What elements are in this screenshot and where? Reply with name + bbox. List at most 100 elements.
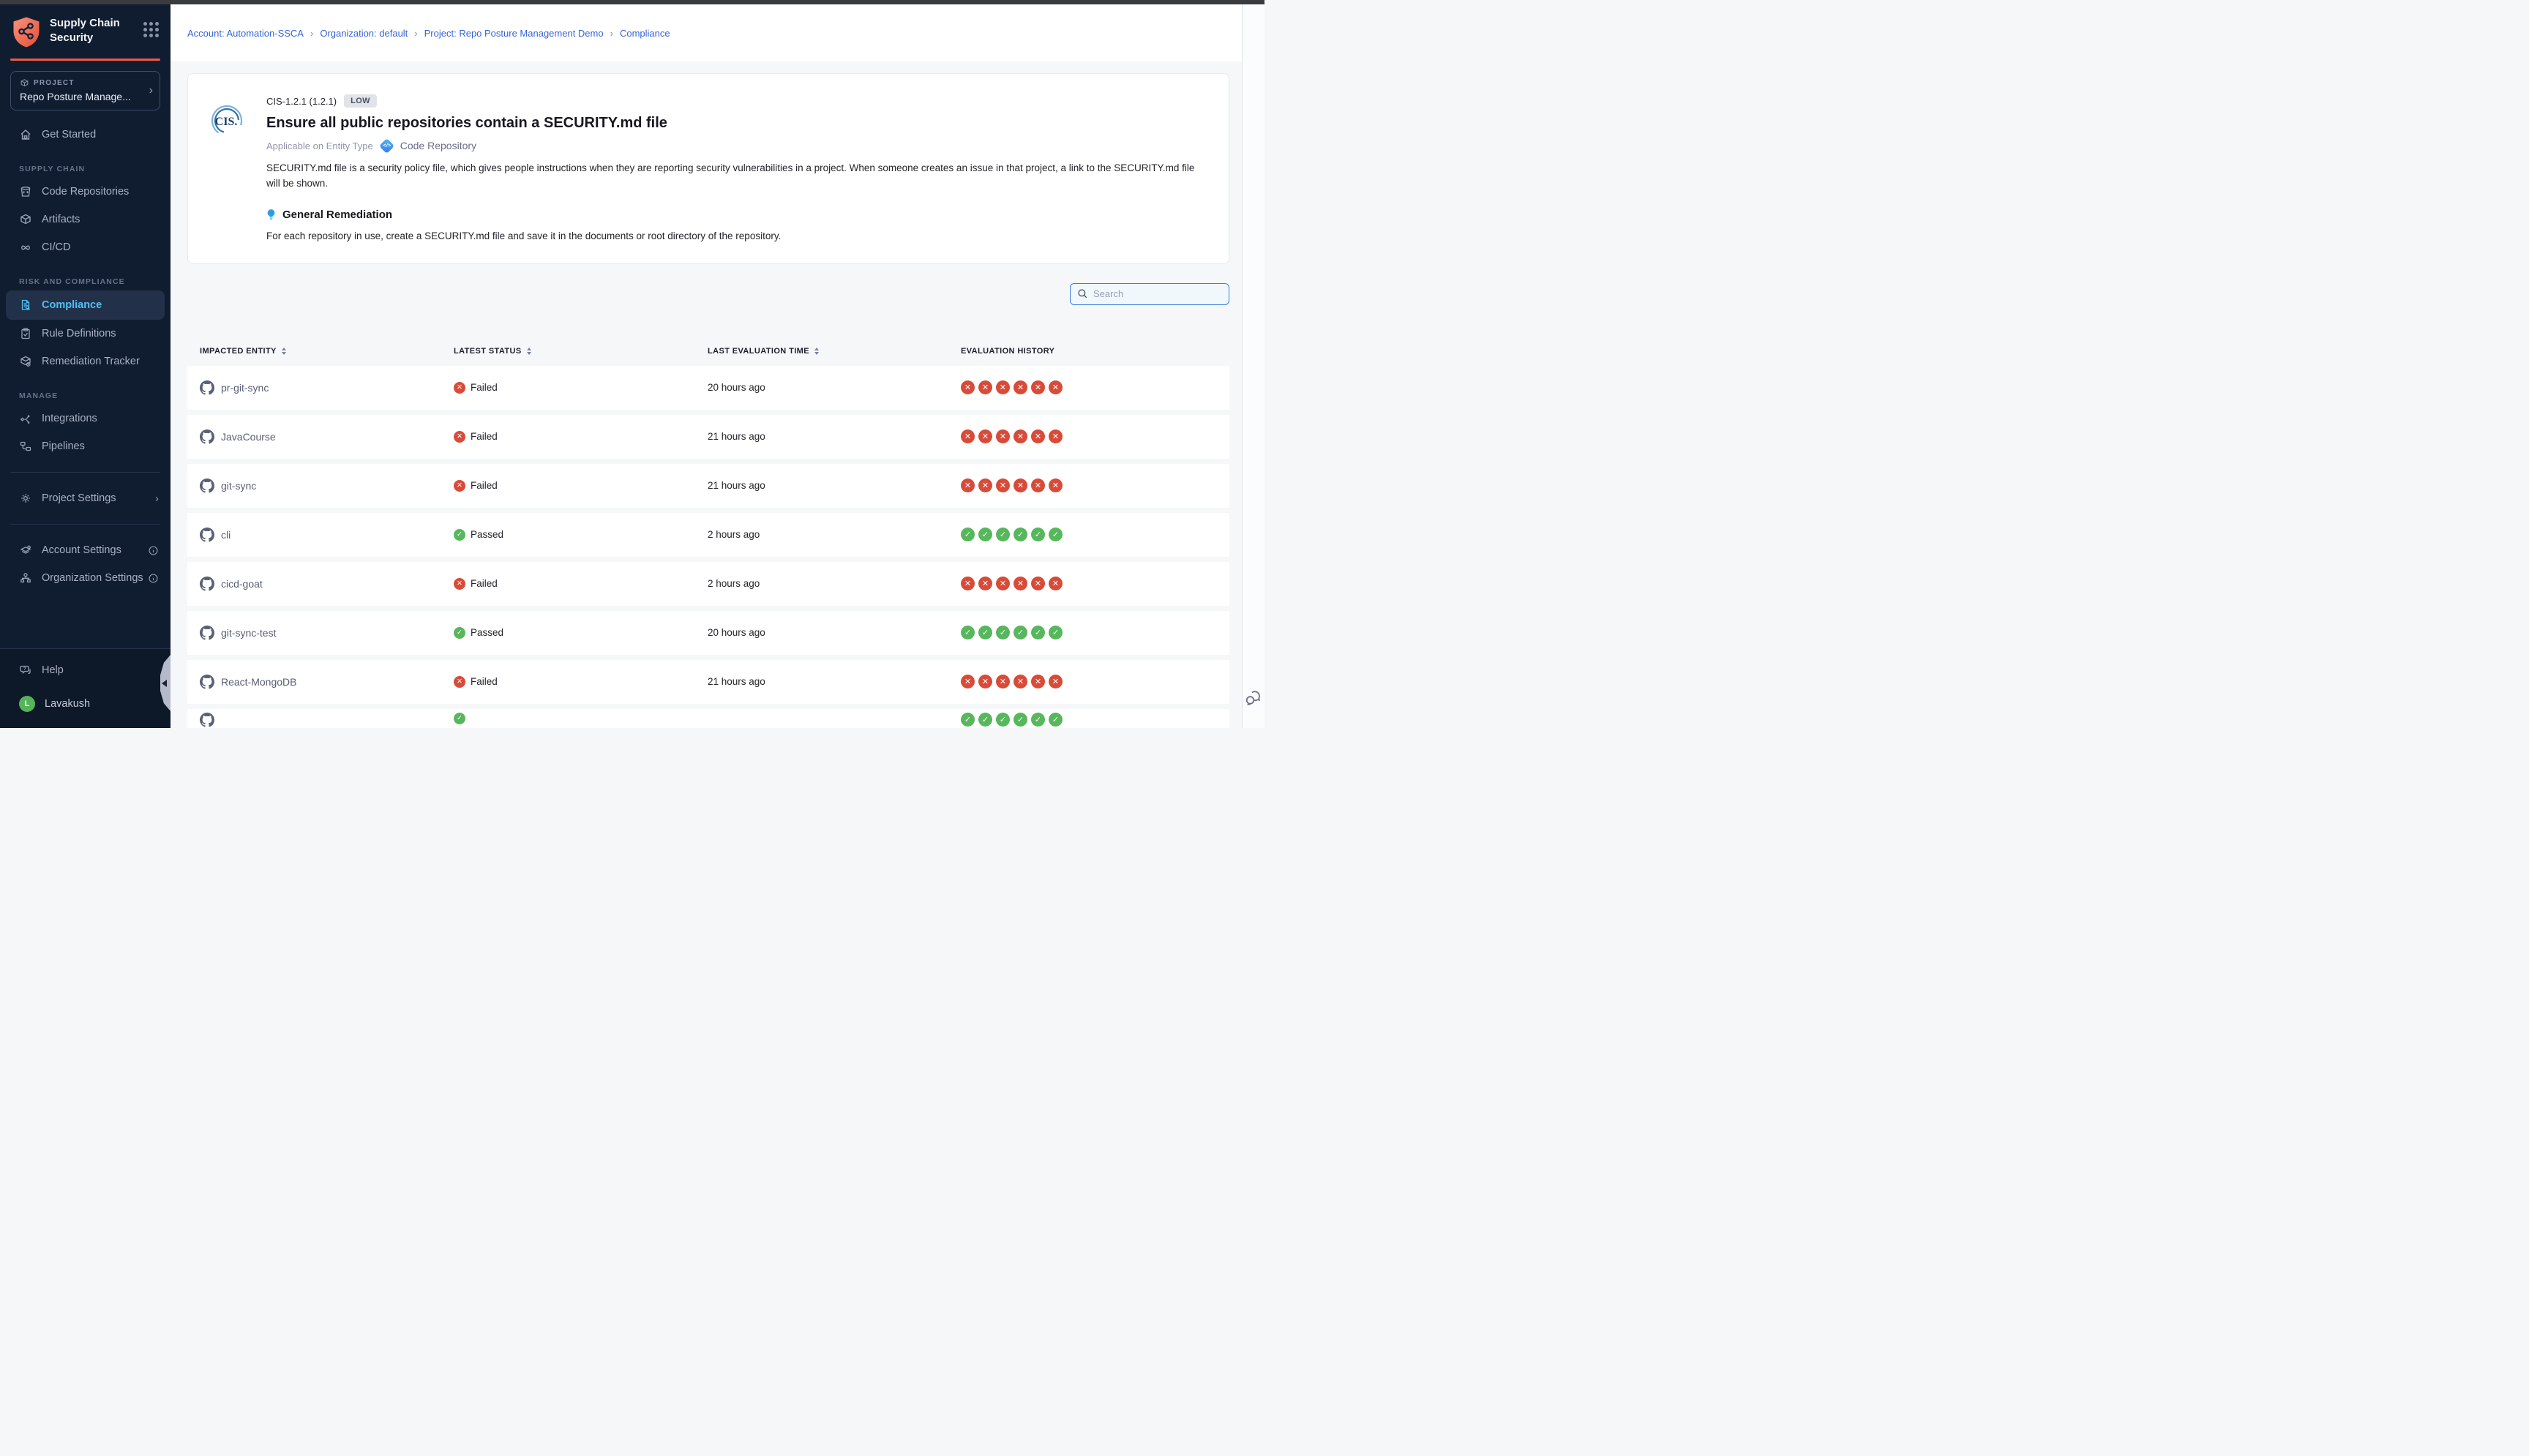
history-passed-icon[interactable]: ✓ xyxy=(1049,713,1063,727)
history-passed-icon[interactable]: ✓ xyxy=(996,713,1010,727)
history-failed-icon[interactable]: ✕ xyxy=(978,429,992,443)
sidebar-item-artifacts[interactable]: Artifacts xyxy=(0,206,171,233)
history-failed-icon[interactable]: ✕ xyxy=(996,675,1010,688)
sidebar-item-get-started[interactable]: Get Started xyxy=(0,121,171,149)
table-row[interactable]: cicd-goat ✕ Failed 2 hours ago ✕✕✕✕✕✕ xyxy=(187,562,1229,606)
sidebar-item-remediation-tracker[interactable]: Remediation Tracker xyxy=(0,348,171,375)
applicable-label: Applicable on Entity Type xyxy=(266,140,373,151)
history-failed-icon[interactable]: ✕ xyxy=(1031,380,1045,394)
info-icon[interactable] xyxy=(148,573,159,584)
evaluation-time: 21 hours ago xyxy=(708,431,961,442)
history-failed-icon[interactable]: ✕ xyxy=(996,479,1010,492)
history-failed-icon[interactable]: ✕ xyxy=(978,675,992,688)
history-passed-icon[interactable]: ✓ xyxy=(996,626,1010,639)
account-settings-layers-icon xyxy=(19,544,32,557)
search-input[interactable] xyxy=(1093,288,1222,299)
history-failed-icon[interactable]: ✕ xyxy=(961,577,975,590)
history-failed-icon[interactable]: ✕ xyxy=(978,479,992,492)
history-failed-icon[interactable]: ✕ xyxy=(1031,479,1045,492)
sidebar-item-compliance[interactable]: Compliance xyxy=(6,290,165,320)
history-passed-icon[interactable]: ✓ xyxy=(978,713,992,727)
entity-name[interactable]: cicd-goat xyxy=(221,578,263,590)
sidebar-item-account-settings[interactable]: Account Settings xyxy=(0,536,171,564)
history-failed-icon[interactable]: ✕ xyxy=(961,479,975,492)
rule-definitions-clipboard-icon xyxy=(19,327,32,340)
app-switcher-grid-icon[interactable] xyxy=(143,22,159,37)
history-failed-icon[interactable]: ✕ xyxy=(1049,380,1063,394)
history-failed-icon[interactable]: ✕ xyxy=(961,429,975,443)
breadcrumb-account[interactable]: Account: Automation-SSCA xyxy=(187,28,304,39)
history-failed-icon[interactable]: ✕ xyxy=(961,380,975,394)
history-failed-icon[interactable]: ✕ xyxy=(1031,577,1045,590)
entity-name[interactable]: pr-git-sync xyxy=(221,382,269,394)
history-failed-icon[interactable]: ✕ xyxy=(1014,429,1027,443)
history-passed-icon[interactable]: ✓ xyxy=(961,528,975,541)
history-passed-icon[interactable]: ✓ xyxy=(1014,713,1027,727)
history-passed-icon[interactable]: ✓ xyxy=(1014,528,1027,541)
history-failed-icon[interactable]: ✕ xyxy=(1031,675,1045,688)
history-failed-icon[interactable]: ✕ xyxy=(1031,429,1045,443)
history-passed-icon[interactable]: ✓ xyxy=(996,528,1010,541)
history-passed-icon[interactable]: ✓ xyxy=(1031,713,1045,727)
user-menu[interactable]: L Lavakush xyxy=(0,690,171,718)
history-passed-icon[interactable]: ✓ xyxy=(1049,626,1063,639)
sidebar-item-code-repositories[interactable]: Code Repositories xyxy=(0,178,171,206)
rule-description: SECURITY.md file is a security policy fi… xyxy=(266,161,1207,192)
status-label: Failed xyxy=(471,431,498,442)
entity-name[interactable]: git-sync xyxy=(221,480,256,492)
table-row[interactable]: git-sync ✕ Failed 21 hours ago ✕✕✕✕✕✕ xyxy=(187,464,1229,508)
entity-name[interactable]: cli xyxy=(221,529,231,541)
sidebar-item-pipelines[interactable]: Pipelines xyxy=(0,432,171,460)
history-failed-icon[interactable]: ✕ xyxy=(1014,577,1027,590)
history-passed-icon[interactable]: ✓ xyxy=(1049,528,1063,541)
history-passed-icon[interactable]: ✓ xyxy=(978,626,992,639)
history-failed-icon[interactable]: ✕ xyxy=(1049,577,1063,590)
table-row[interactable]: React-MongoDB ✕ Failed 21 hours ago ✕✕✕✕… xyxy=(187,660,1229,704)
history-failed-icon[interactable]: ✕ xyxy=(1014,675,1027,688)
breadcrumb-organization[interactable]: Organization: default xyxy=(320,28,408,39)
sidebar-item-cicd[interactable]: CI/CD xyxy=(0,233,171,261)
history-passed-icon[interactable]: ✓ xyxy=(978,528,992,541)
table-row[interactable]: ✓ ✓✓✓✓✓✓ xyxy=(187,709,1229,728)
supply-chain-security-logo xyxy=(12,16,41,48)
history-failed-icon[interactable]: ✕ xyxy=(978,577,992,590)
column-latest-status[interactable]: LATEST STATUS xyxy=(454,347,708,356)
section-supply-chain: SUPPLY CHAIN xyxy=(19,165,171,173)
history-failed-icon[interactable]: ✕ xyxy=(1049,429,1063,443)
history-failed-icon[interactable]: ✕ xyxy=(1049,675,1063,688)
history-passed-icon[interactable]: ✓ xyxy=(1031,626,1045,639)
sidebar-item-project-settings[interactable]: Project Settings › xyxy=(0,484,171,512)
entity-name[interactable]: git-sync-test xyxy=(221,627,276,639)
support-chat-icon[interactable] xyxy=(1244,688,1263,708)
history-failed-icon[interactable]: ✕ xyxy=(996,380,1010,394)
column-impacted-entity[interactable]: IMPACTED ENTITY xyxy=(200,347,454,356)
table-row[interactable]: git-sync-test ✓ Passed 20 hours ago ✓✓✓✓… xyxy=(187,611,1229,655)
breadcrumb-compliance[interactable]: Compliance xyxy=(620,28,670,39)
history-passed-icon[interactable]: ✓ xyxy=(961,713,975,727)
status-icon: ✕ xyxy=(454,382,465,394)
column-last-evaluation-time[interactable]: LAST EVALUATION TIME xyxy=(708,347,961,356)
entity-name[interactable]: JavaCourse xyxy=(221,431,276,443)
entity-type-link[interactable]: Code Repository xyxy=(400,140,476,151)
breadcrumb-project[interactable]: Project: Repo Posture Management Demo xyxy=(424,28,604,39)
history-passed-icon[interactable]: ✓ xyxy=(1031,528,1045,541)
history-failed-icon[interactable]: ✕ xyxy=(1049,479,1063,492)
history-failed-icon[interactable]: ✕ xyxy=(1014,479,1027,492)
info-icon[interactable] xyxy=(148,545,159,556)
table-row[interactable]: JavaCourse ✕ Failed 21 hours ago ✕✕✕✕✕✕ xyxy=(187,415,1229,459)
table-row[interactable]: pr-git-sync ✕ Failed 20 hours ago ✕✕✕✕✕✕ xyxy=(187,366,1229,410)
table-row[interactable]: cli ✓ Passed 2 hours ago ✓✓✓✓✓✓ xyxy=(187,513,1229,557)
entity-name[interactable]: React-MongoDB xyxy=(221,676,297,688)
history-failed-icon[interactable]: ✕ xyxy=(978,380,992,394)
project-selector[interactable]: PROJECT Repo Posture Manage... › xyxy=(10,71,160,110)
sidebar-item-integrations[interactable]: Integrations xyxy=(0,405,171,432)
history-failed-icon[interactable]: ✕ xyxy=(1014,380,1027,394)
sidebar-item-help[interactable]: ? Help xyxy=(0,656,171,684)
history-failed-icon[interactable]: ✕ xyxy=(996,429,1010,443)
history-passed-icon[interactable]: ✓ xyxy=(1014,626,1027,639)
history-failed-icon[interactable]: ✕ xyxy=(996,577,1010,590)
sidebar-item-rule-definitions[interactable]: Rule Definitions xyxy=(0,320,171,348)
history-passed-icon[interactable]: ✓ xyxy=(961,626,975,639)
history-failed-icon[interactable]: ✕ xyxy=(961,675,975,688)
sidebar-item-organization-settings[interactable]: Organization Settings xyxy=(0,564,171,592)
